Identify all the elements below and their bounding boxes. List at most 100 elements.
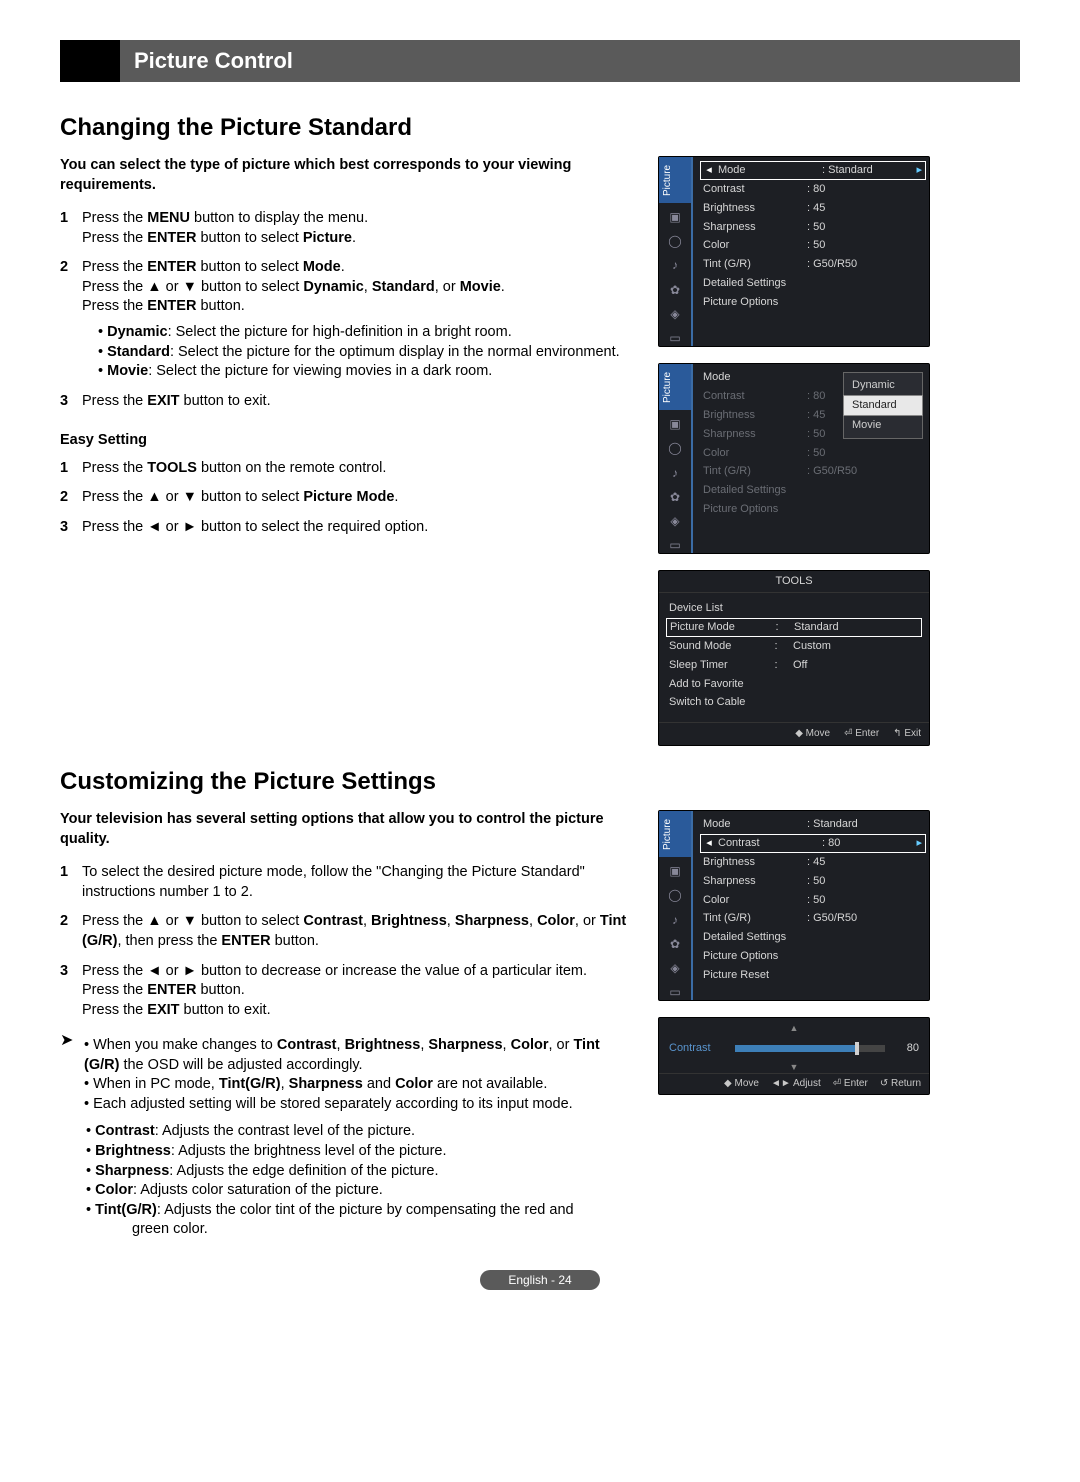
osd-row[interactable]: Sharpness: 50: [703, 218, 923, 237]
clock-icon: ◯: [668, 233, 681, 249]
app-icon: ▭: [669, 984, 680, 1000]
osd-side-icons: ▣ ◯ ♪ ✿ ◈ ▭: [659, 857, 691, 1000]
osd-row-value: : Standard: [822, 163, 908, 178]
hint-item: ⏎ Enter: [833, 1077, 868, 1091]
arrow-note-item: When you make changes to Contrast, Brigh…: [84, 1036, 630, 1075]
tools-row[interactable]: Sleep Timer:Off: [669, 656, 919, 675]
step-body: Press the TOOLS button on the remote con…: [82, 459, 630, 479]
osd-row[interactable]: Tint (G/R): G50/R50: [703, 255, 923, 274]
gear-icon: ✿: [670, 282, 680, 298]
hint-item: ↰ Exit: [893, 727, 921, 741]
tools-row[interactable]: Add to Favorite: [669, 675, 919, 694]
osd-row[interactable]: Picture Options: [703, 500, 923, 519]
tools-row[interactable]: Device List: [669, 599, 919, 618]
step-body: Press the ▲ or ▼ button to select Contra…: [82, 912, 630, 951]
slider-knob[interactable]: [855, 1042, 859, 1055]
section2-intro: Your television has several setting opti…: [60, 810, 630, 849]
page-footer: English - 24: [480, 1270, 600, 1290]
input-icon: ◈: [670, 960, 679, 976]
osd-row-value: : 50: [807, 446, 923, 461]
osd-row-key: Color: [703, 238, 803, 253]
osd-row[interactable]: Mode : Standard: [703, 815, 923, 834]
osd-row-value: [807, 930, 923, 945]
clock-icon: ◯: [668, 887, 681, 903]
osd-row-key: Contrast: [703, 182, 803, 197]
osd-dropdown-option[interactable]: Dynamic: [844, 376, 922, 395]
osd-row[interactable]: ◂Mode: Standard▸: [700, 161, 926, 180]
osd-row-key: Detailed Settings: [703, 930, 803, 945]
monitor-icon: ▣: [669, 863, 680, 879]
arrow-note-block: ➤ When you make changes to Contrast, Bri…: [60, 1030, 630, 1114]
step-number: 3: [60, 518, 82, 538]
osd-row[interactable]: Brightness: 45: [703, 199, 923, 218]
slider-track[interactable]: [735, 1045, 885, 1052]
osd-dropdown-option[interactable]: Standard: [843, 395, 923, 416]
osd-row-key: Mode: [703, 817, 803, 832]
monitor-icon: ▣: [669, 416, 680, 432]
osd3-tab-label: Picture: [659, 811, 691, 857]
step-bullet: Standard: Select the picture for the opt…: [98, 343, 630, 363]
osd-picture-1: Picture ▣ ◯ ♪ ✿ ◈ ▭ ◂Mode: Standard▸Cont…: [658, 156, 930, 347]
hint-item: ◄► Adjust: [771, 1077, 821, 1091]
section1-intro: You can select the type of picture which…: [60, 156, 620, 195]
osd-row-value: : 80: [822, 836, 908, 851]
section2-steps: 1To select the desired picture mode, fol…: [60, 863, 630, 1020]
osd-row[interactable]: Brightness: 45: [703, 853, 923, 872]
osd-row-value: : 80: [807, 182, 923, 197]
triangle-up-icon: [659, 1021, 929, 1036]
osd-dropdown-option[interactable]: Movie: [844, 416, 922, 435]
osd-row[interactable]: Color: 50: [703, 444, 923, 463]
step-body: Press the ◄ or ► button to decrease or i…: [82, 962, 630, 1021]
osd-row-key: Brightness: [703, 855, 803, 870]
definition-item: Contrast: Adjusts the contrast level of …: [86, 1122, 630, 1142]
osd-dropdown[interactable]: DynamicStandardMovie: [843, 372, 923, 439]
osd-row[interactable]: Sharpness: 50: [703, 872, 923, 891]
tools-row[interactable]: Sound Mode:Custom: [669, 637, 919, 656]
osd-row-key: Picture Options: [703, 295, 803, 310]
osd-row[interactable]: Picture Options: [703, 293, 923, 312]
slider-panel: Contrast 80 ▼ ◆ Move◄► Adjust⏎ Enter↺ Re…: [658, 1017, 930, 1094]
step-body: Press the ▲ or ▼ button to select Pictur…: [82, 488, 630, 508]
osd-row-key: Picture Reset: [703, 968, 803, 983]
tools-row-key: Switch to Cable: [669, 695, 769, 710]
osd-row-key: Tint (G/R): [703, 257, 803, 272]
osd-row-key: Tint (G/R): [703, 464, 803, 479]
tools-row-value: Custom: [783, 639, 919, 654]
app-icon: ▭: [669, 537, 680, 553]
osd-row[interactable]: Tint (G/R) : G50/R50: [703, 462, 923, 481]
tools-row-key: Add to Favorite: [669, 677, 769, 692]
easy-setting-steps: 1Press the TOOLS button on the remote co…: [60, 459, 630, 538]
tools-row-value: [769, 601, 919, 616]
step-number: 1: [60, 863, 82, 902]
osd-row[interactable]: Contrast : 80: [703, 180, 923, 199]
step-number: 2: [60, 488, 82, 508]
slider-hints: ◆ Move◄► Adjust⏎ Enter↺ Return: [659, 1073, 929, 1094]
osd-row[interactable]: Tint (G/R): G50/R50: [703, 909, 923, 928]
tools-row[interactable]: Picture Mode:Standard: [666, 618, 922, 637]
osd-row[interactable]: Detailed Settings: [703, 274, 923, 293]
osd-picture-3: Picture ▣ ◯ ♪ ✿ ◈ ▭ Mode : Standard ◂Contr…: [658, 810, 930, 1001]
step-bullet: Movie: Select the picture for viewing mo…: [98, 362, 630, 382]
osd-row[interactable]: Detailed Settings: [703, 928, 923, 947]
osd-row[interactable]: ◂Contrast: 80▸: [700, 834, 926, 853]
definition-item: Brightness: Adjusts the brightness level…: [86, 1142, 630, 1162]
osd-row-key: Mode: [718, 163, 818, 178]
osd-row-key: Sharpness: [703, 220, 803, 235]
tools-row[interactable]: Switch to Cable: [669, 693, 919, 712]
osd-row-key: Picture Options: [703, 502, 803, 517]
osd-row[interactable]: Picture Reset: [703, 966, 923, 985]
definition-list: Contrast: Adjusts the contrast level of …: [60, 1122, 630, 1220]
osd-row-value: : G50/R50: [807, 911, 923, 926]
osd-row-value: : G50/R50: [807, 464, 923, 479]
triangle-right-icon: ▸: [912, 163, 922, 178]
input-icon: ◈: [670, 513, 679, 529]
osd-row[interactable]: Detailed Settings: [703, 481, 923, 500]
gear-icon: ✿: [670, 936, 680, 952]
sound-icon: ♪: [672, 257, 678, 273]
osd-row[interactable]: Picture Options: [703, 947, 923, 966]
definition-item: Color: Adjusts color saturation of the p…: [86, 1181, 630, 1201]
osd-row-value: : Standard: [807, 817, 923, 832]
osd-row[interactable]: Color: 50: [703, 236, 923, 255]
osd-row[interactable]: Color: 50: [703, 891, 923, 910]
sound-icon: ♪: [672, 912, 678, 928]
